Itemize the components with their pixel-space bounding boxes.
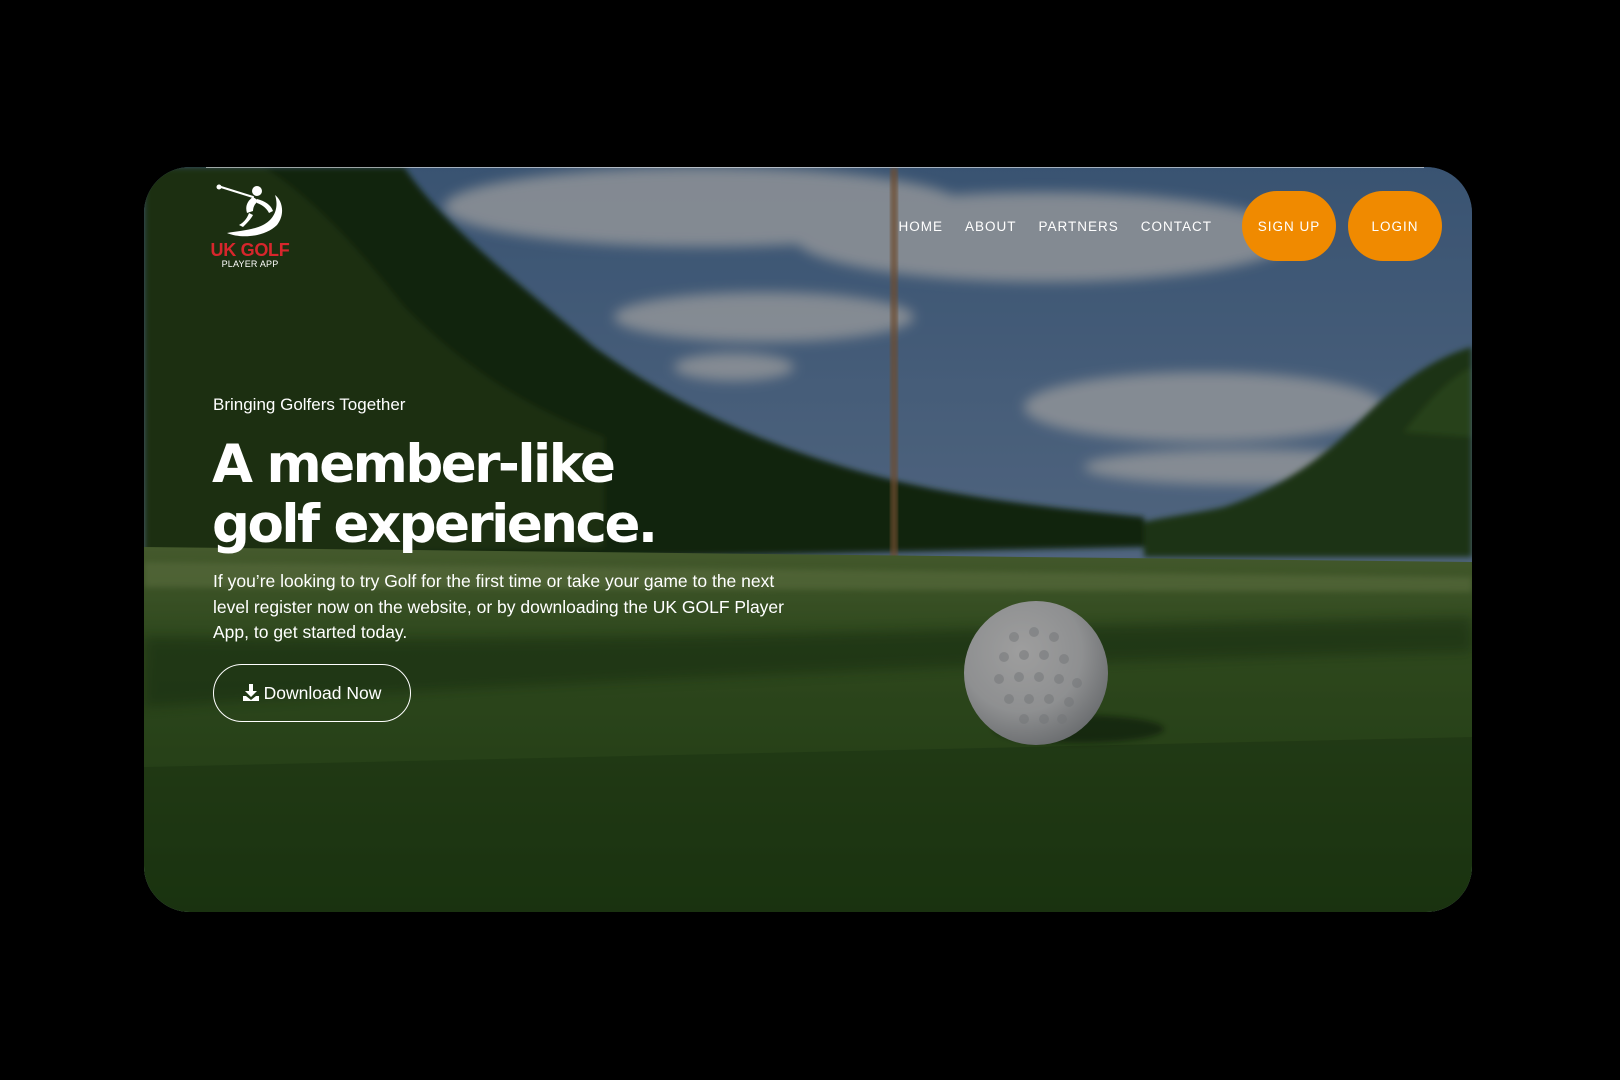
golfer-swing-icon [216,184,283,237]
nav-home[interactable]: HOME [898,219,943,234]
download-now-button[interactable]: Download Now [213,664,411,722]
hero-headline-line1: A member-like [212,434,616,495]
nav-contact[interactable]: CONTACT [1141,219,1212,234]
nav-about[interactable]: ABOUT [965,219,1017,234]
login-button[interactable]: LOGIN [1348,191,1442,261]
sign-up-button[interactable]: SIGN UP [1242,191,1336,261]
download-now-label: Download Now [263,682,382,703]
hero-headline: A member-like golf experience. [212,435,852,555]
hero-eyebrow: Bringing Golfers Together [213,395,406,414]
main-nav: HOME ABOUT PARTNERS CONTACT SIGN UP LOGI… [898,191,1442,261]
logo-title: UK GOLF [210,240,290,260]
logo-subtitle: PLAYER APP [221,259,279,269]
nav-partners[interactable]: PARTNERS [1038,219,1118,234]
hero-headline-line2: golf experience. [212,494,658,555]
top-divider [206,167,1424,168]
hero-description: If you’re looking to try Golf for the fi… [213,571,784,642]
brand-logo[interactable]: UK GOLF PLAYER APP [210,181,290,281]
hero-section: UK GOLF PLAYER APP HOME ABOUT PARTNERS C… [144,167,1472,912]
download-icon [242,683,259,701]
